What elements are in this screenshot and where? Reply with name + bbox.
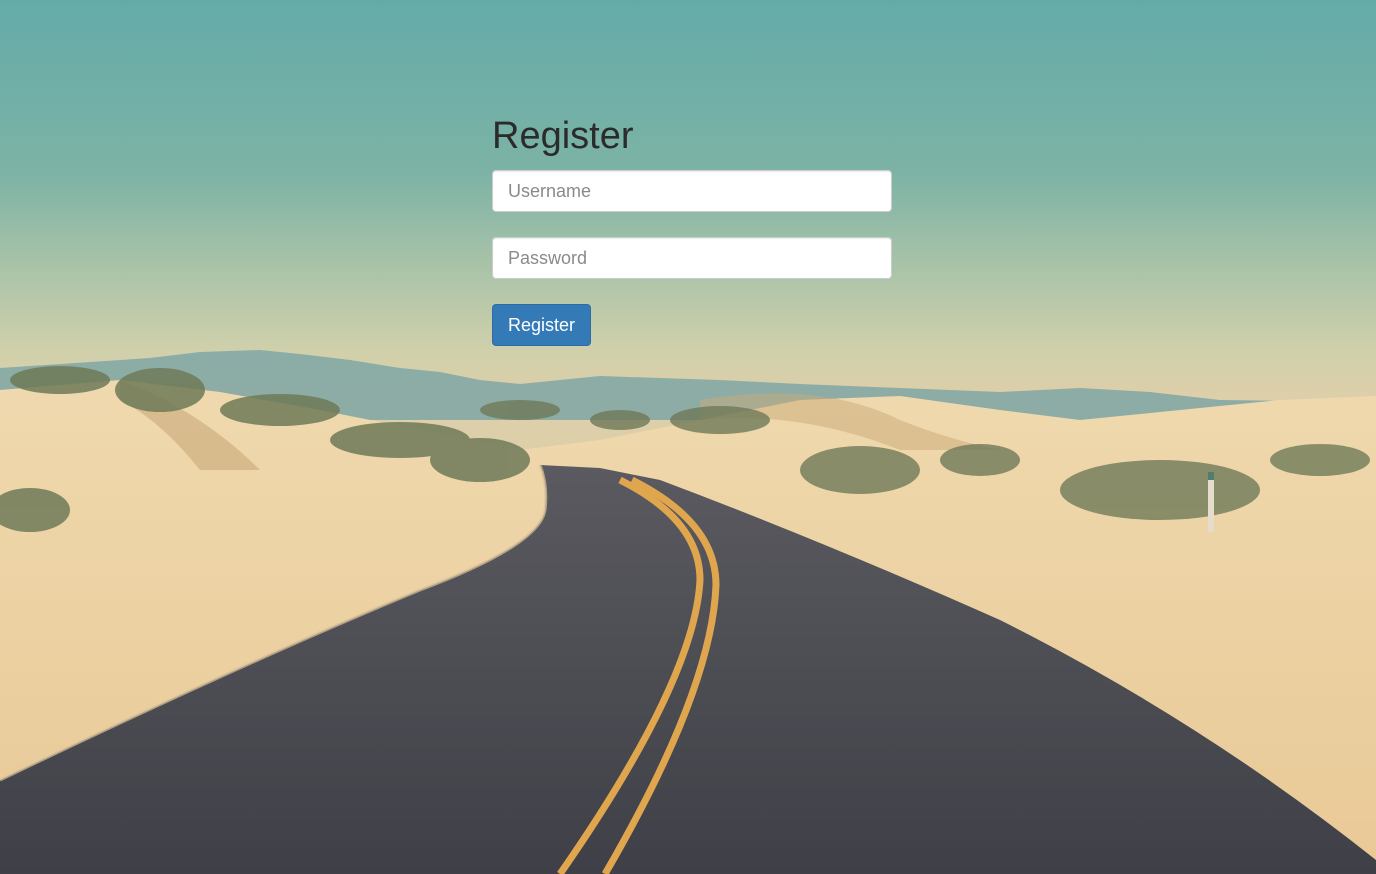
register-button[interactable]: Register: [492, 304, 592, 346]
password-input[interactable]: [492, 237, 892, 279]
username-input[interactable]: [492, 170, 892, 212]
register-form: Register Register: [492, 112, 892, 346]
register-heading: Register: [492, 115, 634, 157]
